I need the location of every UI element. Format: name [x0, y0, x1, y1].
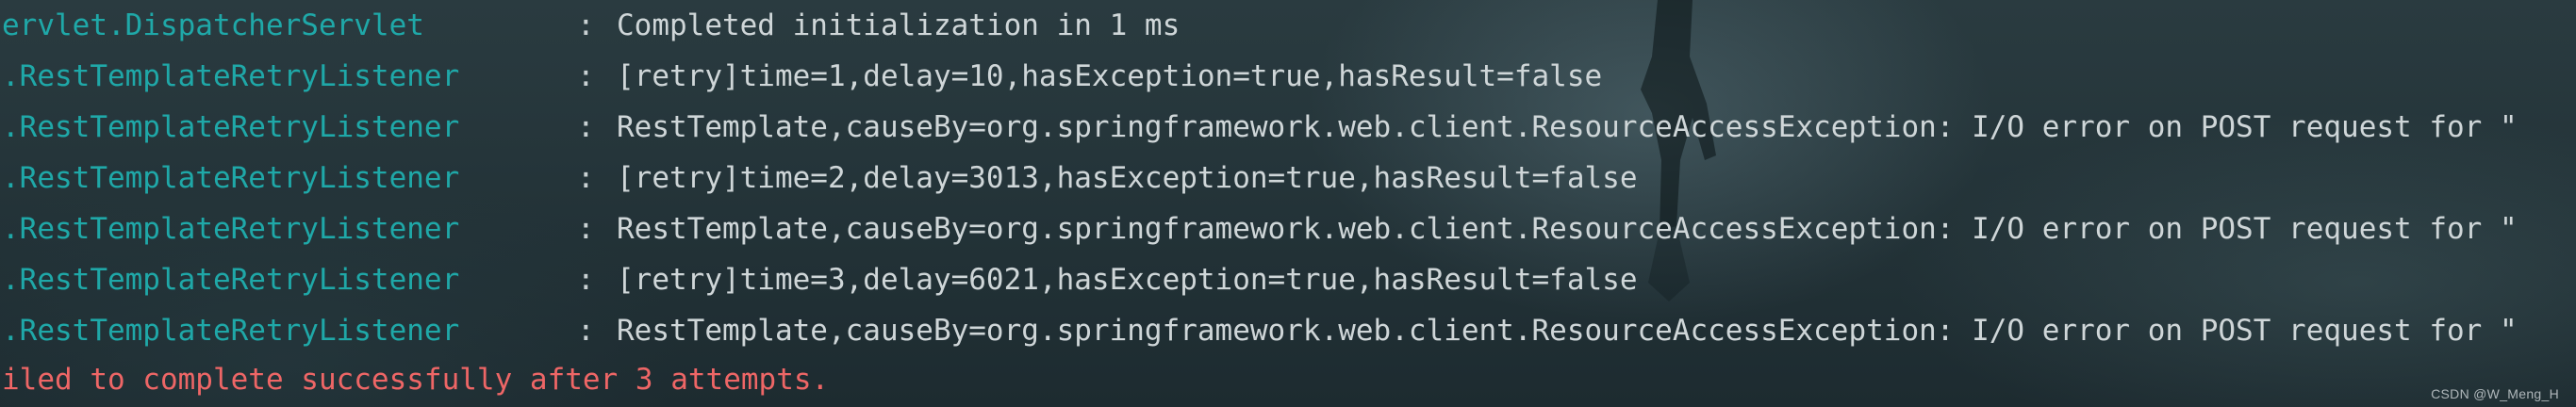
log-message: [retry]time=3,delay=6021,hasException=tr… — [617, 263, 1638, 297]
log-message: [retry]time=2,delay=3013,hasException=tr… — [617, 161, 1638, 195]
log-line: .RestTemplateRetryListener : [retry]time… — [0, 51, 2576, 102]
watermark: CSDN @W_Meng_H — [2431, 386, 2559, 401]
logger-name: .RestTemplateRetryListener — [2, 59, 460, 93]
log-line: .RestTemplateRetryListener : RestTemplat… — [0, 305, 2576, 356]
separator: : — [577, 314, 595, 348]
logger-name: .RestTemplateRetryListener — [2, 212, 460, 246]
logger-name: .RestTemplateRetryListener — [2, 263, 460, 297]
console-output[interactable]: ervlet.DispatcherServlet : Completed ini… — [0, 0, 2576, 407]
log-line: .RestTemplateRetryListener : RestTemplat… — [0, 102, 2576, 153]
log-line: ervlet.DispatcherServlet : Completed ini… — [0, 0, 2576, 51]
separator: : — [577, 212, 595, 246]
log-message: [retry]time=1,delay=10,hasException=true… — [617, 59, 1603, 93]
log-line: .RestTemplateRetryListener : [retry]time… — [0, 153, 2576, 204]
logger-name: .RestTemplateRetryListener — [2, 161, 460, 195]
log-message: RestTemplate,causeBy=org.springframework… — [617, 110, 2518, 144]
separator: : — [577, 110, 595, 144]
logger-name: .RestTemplateRetryListener — [2, 110, 460, 144]
separator: : — [577, 161, 595, 195]
log-message: Completed initialization in 1 ms — [617, 8, 1181, 42]
error-message: iled to complete successfully after 3 at… — [2, 363, 830, 397]
log-message: RestTemplate,causeBy=org.springframework… — [617, 212, 2518, 246]
logger-name: ervlet.DispatcherServlet — [2, 8, 424, 42]
log-message: RestTemplate,causeBy=org.springframework… — [617, 314, 2518, 348]
separator: : — [577, 8, 595, 42]
separator: : — [577, 263, 595, 297]
log-line: .RestTemplateRetryListener : RestTemplat… — [0, 204, 2576, 254]
log-line: .RestTemplateRetryListener : [retry]time… — [0, 254, 2576, 305]
logger-name: .RestTemplateRetryListener — [2, 314, 460, 348]
separator: : — [577, 59, 595, 93]
